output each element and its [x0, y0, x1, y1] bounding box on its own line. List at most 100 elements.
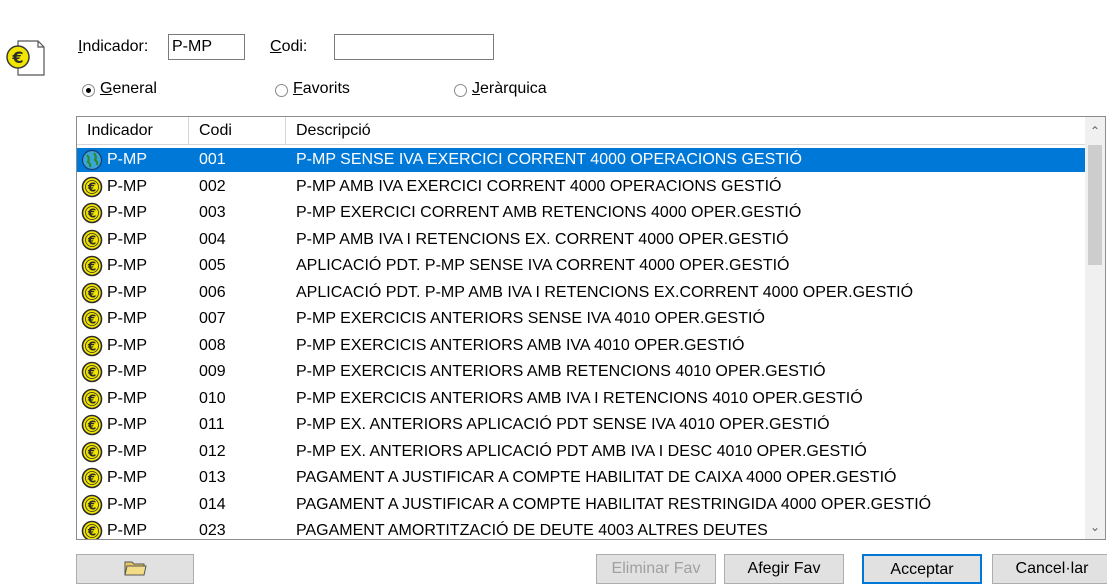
cell-descripcio: P-MP EXERCICIS ANTERIORS AMB RETENCIONS …	[296, 363, 826, 380]
indicador-label: Indicador:	[78, 38, 149, 55]
euro-coin-icon: €	[81, 467, 103, 489]
euro-document-icon: €	[4, 38, 46, 78]
svg-text:€: €	[87, 498, 96, 512]
cell-descripcio: APLICACIÓ PDT. P-MP AMB IVA I RETENCIONS…	[296, 283, 914, 301]
radio-favorits[interactable]	[275, 84, 288, 97]
euro-coin-icon: €	[81, 202, 103, 224]
list-item[interactable]: € P-MP 007 P-MP EXERCICIS ANTERIORS SENSE I…	[77, 306, 1085, 333]
cell-codi: 008	[199, 336, 226, 354]
euro-coin-icon: €	[81, 520, 103, 539]
svg-text:€: €	[87, 180, 96, 194]
list-item[interactable]: € P-MP 013 PAGAMENT A JUSTIFICAR A COMPTE H…	[77, 465, 1085, 492]
globe-icon	[81, 149, 103, 171]
column-header-descripcio[interactable]: Descripció	[286, 117, 1085, 145]
list-item[interactable]: € P-MP 006 APLICACIÓ PDT. P-MP AMB IVA I RE…	[77, 280, 1085, 307]
cell-indicador: P-MP	[107, 310, 147, 327]
afegir-fav-button[interactable]: Afegir Fav	[724, 554, 844, 584]
radio-jerarquica-label[interactable]: Jeràrquica	[472, 80, 547, 98]
radio-general-label[interactable]: General	[100, 80, 157, 98]
codi-input[interactable]	[334, 34, 494, 60]
folder-icon	[123, 557, 147, 587]
svg-text:€: €	[87, 233, 96, 247]
svg-text:€: €	[87, 419, 96, 433]
euro-coin-icon: €	[81, 441, 103, 463]
cell-descripcio: P-MP EXERCICI CORRENT AMB RETENCIONS 400…	[296, 204, 802, 221]
cell-codi: 023	[199, 522, 226, 539]
indicator-list[interactable]: Indicador Codi Descripció P-MP 001 P-MP SE…	[76, 116, 1106, 540]
scroll-up-icon[interactable]: ⌃	[1085, 121, 1105, 141]
list-item[interactable]: € P-MP 023 PAGAMENT AMORTITZACIÓ DE DEUTE 4…	[77, 518, 1085, 539]
cell-descripcio: P-MP EXERCICIS ANTERIORS SENSE IVA 4010 …	[296, 310, 765, 327]
svg-text:€: €	[87, 445, 96, 459]
column-header-codi[interactable]: Codi	[189, 117, 286, 145]
euro-coin-icon: €	[81, 229, 103, 251]
euro-coin-icon: €	[81, 255, 103, 277]
euro-coin-icon: €	[81, 414, 103, 436]
list-item[interactable]: € P-MP 014 PAGAMENT A JUSTIFICAR A COMPTE H…	[77, 492, 1085, 519]
codi-label: Codi:	[270, 38, 308, 55]
cell-indicador: P-MP	[107, 442, 147, 460]
cell-descripcio: P-MP EXERCICIS ANTERIORS AMB IVA I RETEN…	[296, 389, 863, 407]
cell-indicador: P-MP	[107, 257, 147, 274]
svg-text:€: €	[87, 207, 96, 221]
cell-indicador: P-MP	[107, 522, 147, 539]
svg-text:€: €	[87, 286, 96, 300]
cell-codi: 013	[199, 469, 226, 486]
cell-codi: 010	[199, 389, 226, 407]
cell-descripcio: APLICACIÓ PDT. P-MP SENSE IVA CORRENT 40…	[296, 257, 790, 274]
cell-codi: 004	[199, 230, 226, 248]
scroll-down-icon[interactable]: ⌄	[1085, 517, 1105, 537]
radio-favorits-label[interactable]: Favorits	[293, 80, 350, 98]
list-item[interactable]: € P-MP 011 P-MP EX. ANTERIORS APLICACIÓ PDT…	[77, 412, 1085, 439]
indicador-input[interactable]	[168, 34, 245, 60]
cell-codi: 006	[199, 283, 226, 301]
euro-coin-icon: €	[81, 282, 103, 304]
list-item[interactable]: € P-MP 004 P-MP AMB IVA I RETENCIONS EX. CO…	[77, 227, 1085, 254]
svg-text:€: €	[87, 366, 96, 380]
euro-coin-icon: €	[81, 176, 103, 198]
cell-codi: 011	[199, 416, 225, 433]
cell-descripcio: PAGAMENT A JUSTIFICAR A COMPTE HABILITAT…	[296, 469, 897, 486]
eliminar-fav-button[interactable]: Eliminar Fav	[596, 554, 716, 584]
cell-descripcio: PAGAMENT A JUSTIFICAR A COMPTE HABILITAT…	[296, 495, 932, 513]
radio-jerarquica[interactable]	[454, 84, 467, 97]
euro-coin-icon: €	[81, 494, 103, 516]
list-item[interactable]: € P-MP 012 P-MP EX. ANTERIORS APLICACIÓ PDT…	[77, 439, 1085, 466]
column-header-indicador[interactable]: Indicador	[77, 117, 189, 145]
cell-descripcio: P-MP SENSE IVA EXERCICI CORRENT 4000 OPE…	[296, 151, 802, 168]
cell-codi: 002	[199, 177, 226, 195]
vertical-scrollbar[interactable]: ⌃ ⌄	[1085, 117, 1105, 539]
svg-text:€: €	[87, 472, 96, 486]
list-rows: P-MP 001 P-MP SENSE IVA EXERCICI CORRENT 4…	[77, 147, 1085, 539]
acceptar-button[interactable]: Acceptar	[862, 554, 982, 584]
svg-text:€: €	[87, 313, 96, 327]
euro-coin-icon: €	[81, 361, 103, 383]
cell-descripcio: PAGAMENT AMORTITZACIÓ DE DEUTE 4003 ALTR…	[296, 522, 768, 539]
cell-indicador: P-MP	[107, 204, 147, 221]
list-item[interactable]: P-MP 001 P-MP SENSE IVA EXERCICI CORRENT 4…	[77, 147, 1085, 174]
svg-text:€: €	[87, 392, 96, 406]
list-item[interactable]: € P-MP 010 P-MP EXERCICIS ANTERIORS AMB IVA…	[77, 386, 1085, 413]
cell-descripcio: P-MP EX. ANTERIORS APLICACIÓ PDT SENSE I…	[296, 416, 830, 433]
svg-text:€: €	[87, 525, 96, 539]
cell-descripcio: P-MP AMB IVA EXERCICI CORRENT 4000 OPERA…	[296, 177, 782, 195]
scroll-thumb[interactable]	[1088, 145, 1102, 265]
list-item[interactable]: € P-MP 009 P-MP EXERCICIS ANTERIORS AMB RET…	[77, 359, 1085, 386]
cell-codi: 012	[199, 442, 226, 460]
list-item[interactable]: € P-MP 003 P-MP EXERCICI CORRENT AMB RETENC…	[77, 200, 1085, 227]
list-item[interactable]: € P-MP 002 P-MP AMB IVA EXERCICI CORRENT 40…	[77, 174, 1085, 201]
list-header: Indicador Codi Descripció	[77, 117, 1085, 145]
cell-indicador: P-MP	[107, 469, 147, 486]
list-item[interactable]: € P-MP 008 P-MP EXERCICIS ANTERIORS AMB IVA…	[77, 333, 1085, 360]
cancellar-button[interactable]: Cancel·lar	[992, 554, 1107, 584]
cell-codi: 003	[199, 204, 226, 221]
svg-text:€: €	[87, 339, 96, 353]
euro-coin-icon: €	[81, 388, 103, 410]
folder-button[interactable]	[76, 554, 194, 584]
svg-text:€: €	[87, 260, 96, 274]
cell-indicador: P-MP	[107, 177, 147, 195]
list-item[interactable]: € P-MP 005 APLICACIÓ PDT. P-MP SENSE IVA CO…	[77, 253, 1085, 280]
cell-indicador: P-MP	[107, 416, 147, 433]
cell-indicador: P-MP	[107, 495, 147, 513]
radio-general[interactable]	[82, 84, 95, 97]
